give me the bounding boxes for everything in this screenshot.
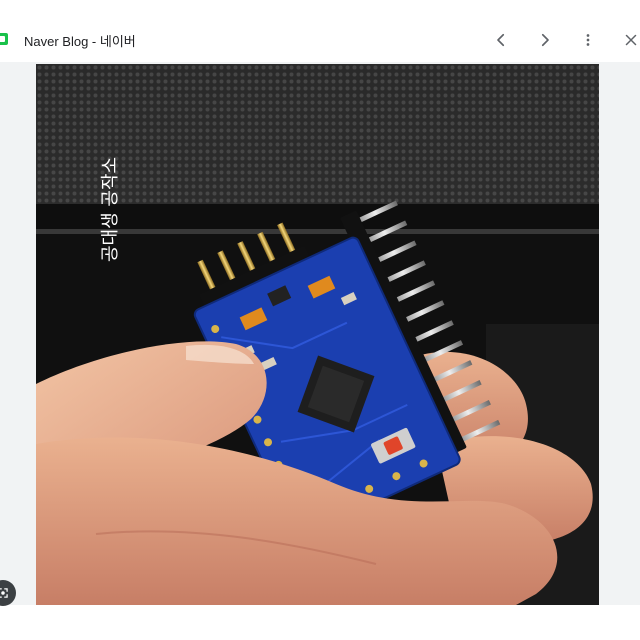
image-viewer-window: Naver Blog - 네이버 공대생 공작소 [0, 0, 640, 640]
svg-text:공대생 공작소: 공대생 공작소 [100, 157, 121, 262]
chevron-left-icon [497, 33, 505, 47]
lens-icon[interactable] [0, 580, 16, 606]
chevron-right-icon [541, 33, 549, 47]
lens-glyph-icon [0, 588, 8, 598]
more-button[interactable] [576, 28, 600, 52]
back-button[interactable] [489, 28, 513, 52]
close-button[interactable] [619, 28, 640, 52]
arduino-photo[interactable]: 공대생 공작소 [36, 64, 599, 605]
close-icon [625, 34, 637, 46]
forward-button[interactable] [533, 28, 557, 52]
title-bar: Naver Blog - 네이버 [0, 0, 640, 62]
watermark-text: 공대생 공작소 [100, 157, 121, 262]
window-title: Naver Blog - 네이버 [24, 34, 136, 49]
naver-blog-icon [0, 33, 8, 45]
bottom-strip [0, 605, 640, 640]
more-vertical-icon [586, 34, 590, 46]
